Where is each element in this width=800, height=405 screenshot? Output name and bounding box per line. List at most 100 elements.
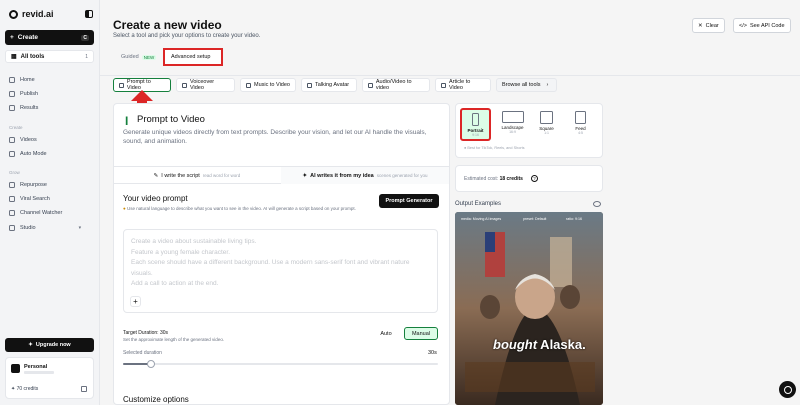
prompt-placeholder: Create a video about sustainable living … bbox=[131, 238, 410, 287]
customize-options-heading[interactable]: Customize options bbox=[123, 395, 189, 404]
prompt-heading: Your video prompt bbox=[123, 194, 188, 203]
sidebar-collapse-icon[interactable] bbox=[85, 10, 93, 18]
script-mode-tabs: ✎ I write the script read word for word … bbox=[113, 166, 450, 184]
logo-icon bbox=[9, 9, 18, 19]
section-label-create: Create bbox=[9, 125, 23, 130]
example-caption: bought Alaska. bbox=[493, 337, 586, 352]
example-tag-media: media: Moving AI images bbox=[461, 217, 502, 221]
prompt-generator-button[interactable]: Prompt Generator bbox=[379, 194, 439, 208]
sidebar-item-home[interactable]: Home bbox=[9, 77, 35, 83]
duration-auto-button[interactable]: Auto bbox=[370, 327, 402, 340]
duration-slider[interactable] bbox=[123, 363, 438, 365]
sidebar-item-results[interactable]: Results bbox=[9, 105, 38, 111]
sidebar-item-publish[interactable]: Publish bbox=[9, 91, 38, 97]
results-icon bbox=[9, 105, 15, 111]
selected-duration-label: Selected duration bbox=[123, 350, 162, 356]
logo[interactable]: revid.ai bbox=[9, 9, 54, 19]
cost-value: 18 credits bbox=[499, 176, 523, 182]
search-icon bbox=[9, 196, 15, 202]
panel-title: Prompt to Video bbox=[137, 114, 205, 125]
account-card[interactable]: Personal ✦ 70 credits bbox=[5, 357, 94, 399]
duration-manual-button[interactable]: Manual bbox=[404, 327, 438, 340]
auto-mode-icon bbox=[9, 151, 15, 157]
tab-voiceover-video[interactable]: Voiceover Video bbox=[176, 78, 235, 92]
home-icon bbox=[9, 77, 15, 83]
chevron-down-icon: ▾ bbox=[78, 225, 82, 231]
example-tag-ratio: ratio: 9:16 bbox=[566, 217, 582, 221]
see-api-code-button[interactable]: </> See API Code bbox=[733, 18, 791, 33]
eye-off-icon[interactable] bbox=[593, 201, 601, 207]
sidebar-item-channel-watcher[interactable]: Channel Watcher bbox=[9, 210, 62, 216]
prompt-textarea[interactable]: Create a video about sustainable living … bbox=[123, 229, 438, 313]
sidebar-item-studio[interactable]: Studio ▾ bbox=[9, 225, 81, 231]
help-icon[interactable]: ? bbox=[531, 175, 538, 182]
upgrade-button[interactable]: ✦ Upgrade now bbox=[5, 338, 94, 352]
prompt-note: ● Use natural language to describe what … bbox=[123, 206, 356, 211]
tab-guided[interactable]: Guided NEW bbox=[115, 48, 162, 66]
tab-audio-video-to-video[interactable]: Audio/Video to video bbox=[362, 78, 430, 92]
close-icon: ✕ bbox=[698, 22, 703, 29]
example-image bbox=[455, 212, 603, 405]
page-subtitle: Select a tool and pick your options to c… bbox=[113, 33, 261, 39]
page-title: Create a new video bbox=[113, 18, 222, 32]
logo-text: revid.ai bbox=[22, 9, 54, 19]
chevron-right-icon: › bbox=[546, 82, 549, 88]
tab-talking-avatar[interactable]: Talking Avatar bbox=[301, 78, 357, 92]
target-duration-label: Target Duration: 30s bbox=[123, 330, 169, 336]
selected-duration-value: 30s bbox=[428, 350, 437, 356]
microphone-icon bbox=[182, 82, 187, 88]
example-video-preview[interactable] bbox=[455, 212, 603, 405]
lightbulb-icon: ● bbox=[123, 206, 126, 211]
all-tools-count: 1 bbox=[85, 53, 88, 60]
panel-description: Generate unique videos directly from tex… bbox=[123, 129, 427, 145]
target-duration-sub: Set the approximate length of the genera… bbox=[123, 337, 225, 342]
text-cursor-icon: I bbox=[125, 114, 129, 128]
music-icon bbox=[246, 82, 251, 88]
aspect-square[interactable]: Square 1:1 bbox=[531, 108, 562, 141]
sidebar-item-videos[interactable]: Videos bbox=[9, 137, 37, 143]
audio-video-icon bbox=[368, 82, 373, 88]
sparkle-icon: ✦ bbox=[302, 172, 308, 179]
aspect-note: ● Best for TikTok, Reels, and Shorts bbox=[464, 146, 525, 150]
credits-count: ✦ 70 credits bbox=[11, 386, 39, 392]
feed-frame-icon bbox=[575, 111, 586, 124]
estimated-cost: Estimated cost: 18 credits ? bbox=[455, 165, 603, 192]
browse-all-tools-button[interactable]: Browse all tools › bbox=[496, 78, 557, 92]
landscape-frame-icon bbox=[501, 111, 524, 123]
sidebar-item-viral-search[interactable]: Viral Search bbox=[9, 196, 50, 202]
tab-music-to-video[interactable]: Music to Video bbox=[240, 78, 296, 92]
divider bbox=[100, 75, 800, 76]
sidebar-item-auto-mode[interactable]: Auto Mode bbox=[9, 151, 47, 157]
plus-icon: + bbox=[10, 34, 14, 41]
tab-ai-writes[interactable]: ✦ AI writes it from my idea scenes gener… bbox=[281, 167, 449, 184]
aspect-portrait[interactable]: Portrait 9:16 bbox=[460, 108, 491, 141]
repurpose-icon bbox=[9, 182, 15, 188]
new-badge: NEW bbox=[141, 54, 157, 60]
create-button[interactable]: + Create C bbox=[5, 30, 94, 45]
code-icon: </> bbox=[739, 22, 747, 29]
aspect-feed[interactable]: Feed 4:5 bbox=[565, 108, 596, 141]
article-icon bbox=[441, 82, 446, 88]
account-email-redacted bbox=[24, 371, 54, 374]
sparkle-icon: ✦ bbox=[28, 342, 33, 348]
avatar-icon bbox=[307, 82, 312, 88]
tab-article-to-video[interactable]: Article to Video bbox=[435, 78, 491, 92]
create-shortcut: C bbox=[81, 34, 89, 41]
portrait-frame-icon bbox=[472, 113, 479, 126]
all-tools-button[interactable]: ▦ All tools 1 bbox=[5, 50, 94, 63]
square-frame-icon bbox=[540, 111, 553, 124]
chat-support-icon[interactable] bbox=[779, 381, 796, 398]
channel-icon bbox=[9, 210, 15, 216]
clear-button[interactable]: ✕ Clear bbox=[692, 18, 725, 33]
grid-icon: ▦ bbox=[11, 54, 17, 60]
add-media-button[interactable]: + bbox=[130, 296, 141, 307]
text-cursor-icon bbox=[119, 82, 124, 88]
studio-icon bbox=[9, 225, 15, 231]
example-tag-preset: preset: Default bbox=[523, 217, 547, 221]
video-icon bbox=[9, 137, 15, 143]
tab-advanced-setup[interactable]: Advanced setup bbox=[163, 48, 223, 66]
sidebar-item-repurpose[interactable]: Repurpose bbox=[9, 182, 47, 188]
aspect-landscape[interactable]: Landscape 16:9 bbox=[497, 108, 528, 141]
logout-icon[interactable] bbox=[81, 386, 87, 392]
tab-write-script[interactable]: ✎ I write the script read word for word bbox=[113, 167, 281, 184]
